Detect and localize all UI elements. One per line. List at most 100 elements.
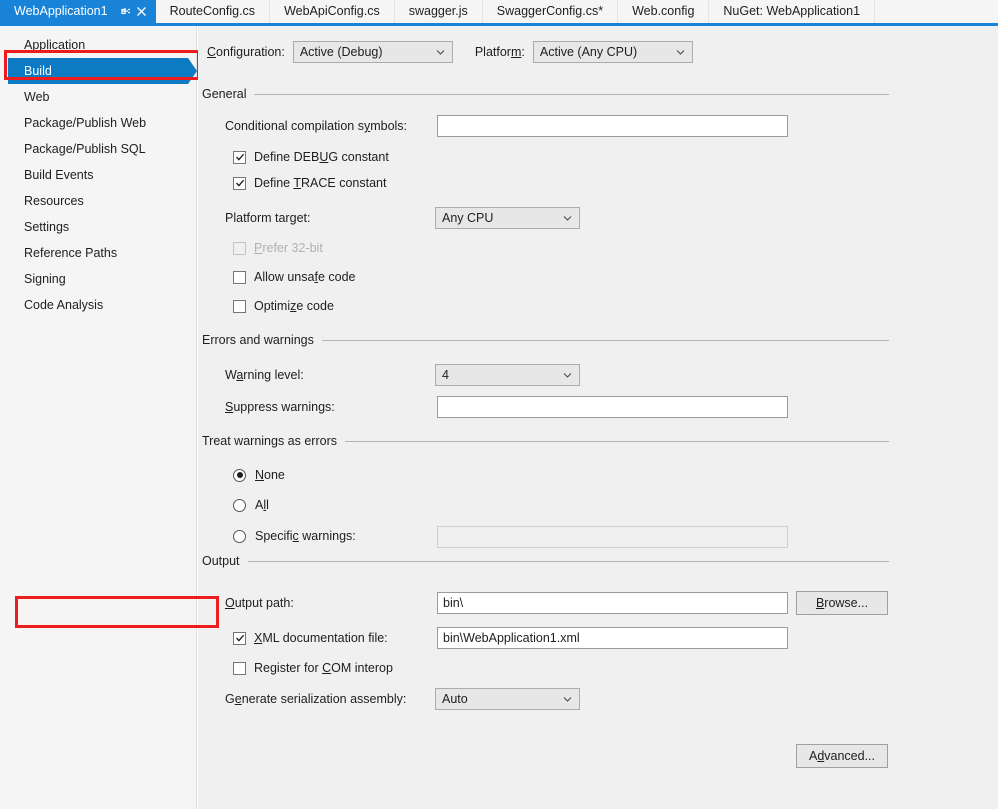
radio-specific-warnings-row[interactable]: Specific warnings: [233,529,356,543]
sidebar-item-label: Resources [24,194,84,208]
sidebar-item-build-events[interactable]: Build Events [0,162,196,188]
warning-level-value: 4 [442,368,449,382]
tab-nuget[interactable]: NuGet: WebApplication1 [709,0,876,23]
xml-documentation-checkbox-row[interactable]: XML documentation file: [233,631,388,645]
radio-dot [236,472,243,478]
allow-unsafe-code-checkbox-row[interactable]: Allow unsafe code [233,270,355,284]
define-trace-label: Define TRACE constant [254,176,387,190]
allow-unsafe-code-label: Allow unsafe code [254,270,356,284]
sidebar-item-label: Code Analysis [24,298,104,312]
chevron-right-icon [188,58,197,84]
sidebar-item-resources[interactable]: Resources [0,188,196,214]
chevron-down-icon [563,695,572,704]
radio-none-label: None [255,468,285,482]
properties-sidebar: Application Build Web Package/Publish We… [0,26,197,809]
sidebar-item-label: Build [24,64,52,78]
tab-swaggerconfig[interactable]: SwaggerConfig.cs* [482,0,619,23]
tab-swagger-js[interactable]: swagger.js [394,0,483,23]
sidebar-item-label: Package/Publish SQL [24,142,146,156]
serialization-assembly-dropdown[interactable]: Auto [435,688,580,710]
tab-label: RouteConfig.cs [169,4,256,19]
tab-label: Web.config [632,4,695,19]
pin-icon[interactable] [118,4,134,20]
tab-web-config[interactable]: Web.config [618,0,710,23]
serialization-assembly-label: Generate serialization assembly: [225,692,407,706]
sidebar-item-settings[interactable]: Settings [0,214,196,240]
tab-label: SwaggerConfig.cs* [496,4,604,19]
browse-button[interactable]: Browse... [796,591,888,615]
define-debug-label: Define DEBUG constant [254,150,389,164]
checkbox-unchecked-icon[interactable] [233,661,246,675]
divider [345,440,889,442]
output-path-label: Output path: [225,596,294,610]
register-com-interop-checkbox-row[interactable]: Register for COM interop [233,661,393,675]
radio-selected-icon[interactable] [233,468,246,482]
chevron-down-icon [563,371,572,380]
close-icon[interactable] [134,4,150,20]
xml-documentation-path-value: bin\WebApplication1.xml [443,631,580,645]
divider [247,560,889,562]
sidebar-item-label: Package/Publish Web [24,116,147,130]
tab-label: swagger.js [408,4,468,19]
platform-label: Platform: [474,45,525,59]
platform-target-value: Any CPU [442,211,494,225]
output-group-header: Output [202,554,889,568]
sidebar-item-signing[interactable]: Signing [0,266,196,292]
checkbox-checked-icon[interactable] [233,176,246,190]
configuration-value: Active (Debug) [299,45,383,59]
tab-label: NuGet: WebApplication1 [723,4,861,19]
conditional-symbols-label: Conditional compilation symbols: [225,119,408,133]
errors-warnings-group-title: Errors and warnings [202,333,314,347]
advanced-button-label: Advanced... [808,749,876,763]
tab-routeconfig[interactable]: RouteConfig.cs [155,0,271,23]
radio-all-row[interactable]: All [233,498,269,512]
checkbox-checked-icon[interactable] [233,631,246,645]
tab-webapiconfig[interactable]: WebApiConfig.cs [270,0,395,23]
define-trace-checkbox-row[interactable]: Define TRACE constant [233,176,387,190]
output-path-input[interactable]: bin\ [437,592,788,614]
chevron-down-icon [436,48,445,57]
chevron-down-icon [563,214,572,223]
xml-documentation-label: XML documentation file: [254,631,388,645]
optimize-code-label: Optimize code [254,299,334,313]
sidebar-item-code-analysis[interactable]: Code Analysis [0,292,196,318]
configuration-dropdown[interactable]: Active (Debug) [292,41,453,63]
define-debug-checkbox-row[interactable]: Define DEBUG constant [233,150,389,164]
tab-label: WebApplication1 [14,4,108,19]
sidebar-item-reference-paths[interactable]: Reference Paths [0,240,196,266]
tab-label: WebApiConfig.cs [284,4,380,19]
chevron-down-icon [676,48,685,57]
radio-unselected-icon[interactable] [233,529,246,543]
sidebar-item-web[interactable]: Web [0,84,196,110]
sidebar-item-package-publish-web[interactable]: Package/Publish Web [0,110,196,136]
sidebar-item-application[interactable]: Application [0,32,196,58]
sidebar-item-label: Web [24,90,50,104]
radio-none-row[interactable]: None [233,468,285,482]
warning-level-label: Warning level: [225,368,304,382]
radio-specific-warnings-label: Specific warnings: [255,529,356,543]
sidebar-item-label: Build Events [24,168,94,182]
warning-level-dropdown[interactable]: 4 [435,364,580,386]
conditional-symbols-input[interactable] [437,115,788,137]
tab-icon-group [118,4,150,20]
platform-target-label: Platform target: [225,211,311,225]
radio-all-label: All [255,498,269,512]
suppress-warnings-input[interactable] [437,396,788,418]
sidebar-item-package-publish-sql[interactable]: Package/Publish SQL [0,136,196,162]
advanced-button[interactable]: Advanced... [796,744,888,768]
platform-dropdown[interactable]: Active (Any CPU) [532,41,693,63]
editor-tab-strip: WebApplication1 RouteConfig.cs WebApiCon… [0,0,998,23]
tab-webapplication1[interactable]: WebApplication1 [0,0,156,23]
specific-warnings-input[interactable] [437,526,788,548]
xml-documentation-path-input[interactable]: bin\WebApplication1.xml [437,627,788,649]
platform-target-dropdown[interactable]: Any CPU [435,207,580,229]
checkbox-unchecked-icon[interactable] [233,270,246,284]
browse-button-label: Browse... [815,596,869,610]
checkbox-unchecked-icon[interactable] [233,299,246,313]
radio-unselected-icon[interactable] [233,498,246,512]
optimize-code-checkbox-row[interactable]: Optimize code [233,299,334,313]
checkbox-checked-icon[interactable] [233,150,246,164]
sidebar-item-label: Settings [24,220,70,234]
sidebar-item-build[interactable]: Build [8,58,197,84]
divider [321,339,889,341]
